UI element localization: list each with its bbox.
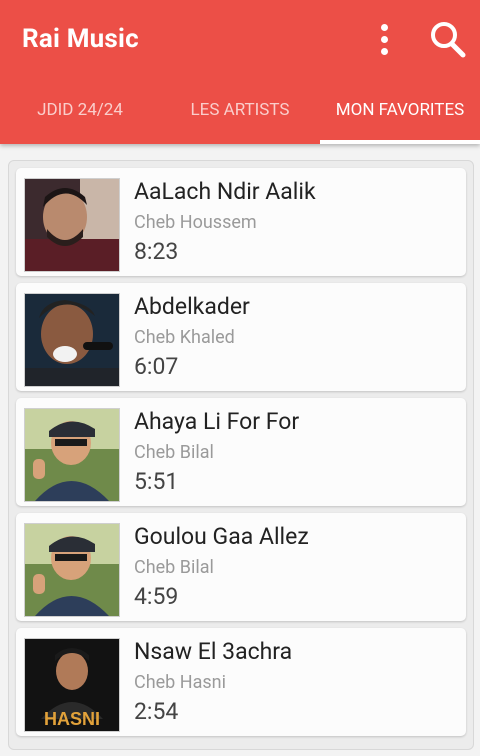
list-item[interactable]: Goulou Gaa Allez Cheb Bilal 4:59 — [16, 513, 466, 621]
album-art — [24, 293, 120, 387]
song-duration: 6:07 — [134, 353, 179, 380]
song-title: AaLach Ndir Aalik — [134, 178, 316, 205]
album-art — [24, 408, 120, 502]
song-title: Ahaya Li For For — [134, 408, 300, 435]
artist-name: Cheb Hasni — [134, 672, 226, 693]
album-art: HASNI — [24, 638, 120, 732]
list-item[interactable]: Abdelkader Cheb Khaled 6:07 — [16, 283, 466, 391]
song-title: Nsaw El 3achra — [134, 638, 293, 665]
song-title: Goulou Gaa Allez — [134, 523, 309, 550]
artist-name: Cheb Khaled — [134, 327, 235, 348]
svg-text:HASNI: HASNI — [44, 709, 100, 729]
song-duration: 2:54 — [134, 698, 179, 725]
song-duration: 8:23 — [134, 238, 179, 265]
tab-les-artists[interactable]: LES ARTISTS — [160, 88, 320, 144]
favorites-list[interactable]: AaLach Ndir Aalik Cheb Houssem 8:23 Abde… — [8, 160, 474, 750]
song-duration: 4:59 — [134, 583, 179, 610]
list-item[interactable]: Ahaya Li For For Cheb Bilal 5:51 — [16, 398, 466, 506]
list-item[interactable]: AaLach Ndir Aalik Cheb Houssem 8:23 — [16, 168, 466, 276]
search-icon[interactable] — [428, 18, 468, 60]
tab-mon-favorites[interactable]: MON FAVORITES — [320, 88, 480, 144]
artist-name: Cheb Houssem — [134, 212, 257, 233]
album-art — [24, 523, 120, 617]
tab-jdid[interactable]: JDID 24/24 — [0, 88, 160, 144]
app-title: Rai Music — [22, 24, 139, 54]
artist-name: Cheb Bilal — [134, 557, 214, 578]
song-title: Abdelkader — [134, 293, 250, 320]
list-item[interactable]: HASNI Nsaw El 3achra Cheb Hasni 2:54 — [16, 628, 466, 736]
tab-bar: JDID 24/24 LES ARTISTS MON FAVORITES — [0, 88, 480, 144]
artist-name: Cheb Bilal — [134, 442, 214, 463]
album-art — [24, 178, 120, 272]
app-bar: Rai Music JDID 24/24 LES ARTISTS MON FAV… — [0, 0, 480, 144]
more-vert-icon[interactable] — [370, 18, 398, 60]
song-duration: 5:51 — [134, 468, 179, 495]
